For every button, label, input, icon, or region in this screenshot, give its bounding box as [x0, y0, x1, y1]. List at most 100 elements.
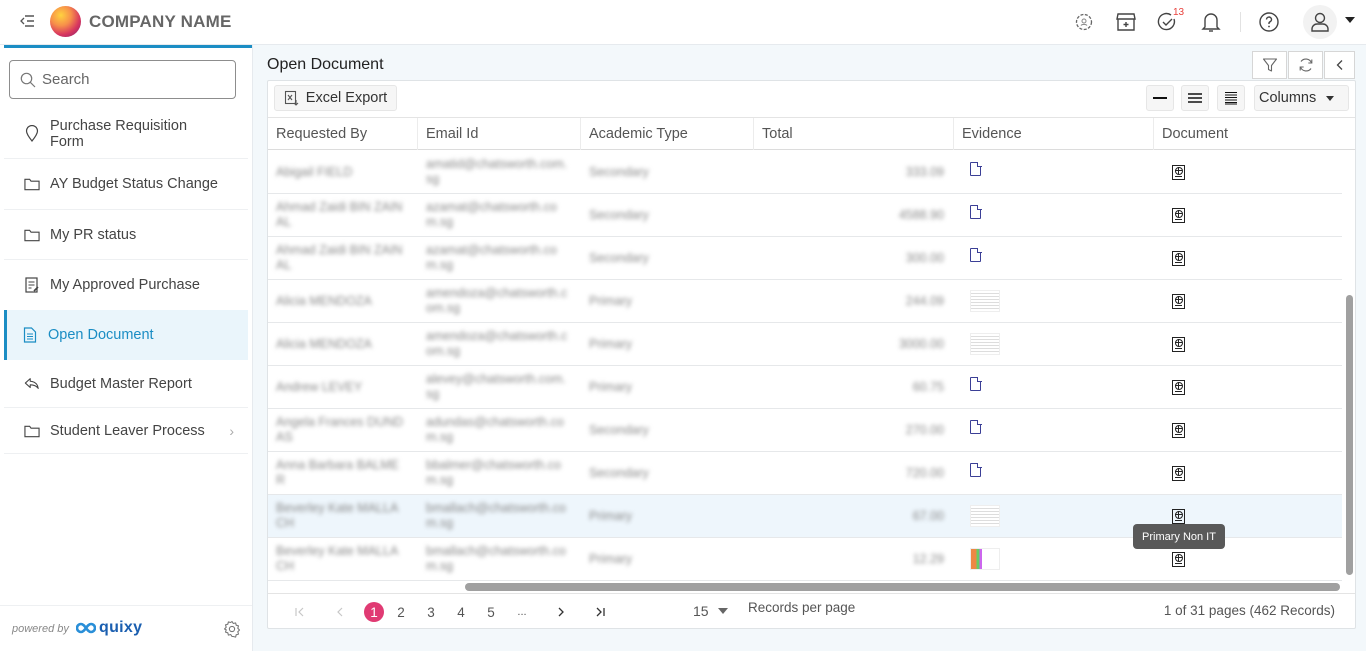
web-document-icon[interactable]: [1172, 207, 1185, 223]
search-input[interactable]: [42, 71, 222, 88]
cell-document[interactable]: [1164, 237, 1344, 279]
page-button-5[interactable]: 5: [481, 602, 501, 622]
cell-email: bmallach@chatsworth.com.sg: [418, 495, 581, 537]
file-icon[interactable]: [970, 419, 982, 434]
sidebar-item-open-document[interactable]: Open Document: [4, 310, 248, 360]
cell-evidence[interactable]: [962, 194, 1154, 236]
web-document-icon[interactable]: [1172, 379, 1185, 395]
density-compact-button[interactable]: [1146, 85, 1174, 111]
cell-evidence[interactable]: [962, 495, 1154, 537]
cell-document[interactable]: [1164, 323, 1344, 365]
cell-evidence[interactable]: [962, 366, 1154, 408]
page-button-1[interactable]: 1: [364, 602, 384, 622]
menu-collapse-icon[interactable]: [18, 12, 38, 30]
table-row[interactable]: Anna Barbara BALMER bbalmer@chatsworth.co…: [268, 452, 1342, 495]
sidebar-item-budget-master-report[interactable]: Budget Master Report: [4, 360, 248, 408]
last-page-button[interactable]: [590, 602, 610, 622]
prev-page-button[interactable]: [330, 602, 350, 622]
page-button-2[interactable]: 2: [391, 602, 411, 622]
cell-document[interactable]: [1164, 280, 1344, 322]
records-per-page-select[interactable]: 15: [693, 603, 728, 619]
bell-icon[interactable]: [1199, 10, 1223, 34]
collapse-panel-button[interactable]: [1324, 51, 1355, 79]
web-document-icon[interactable]: [1172, 336, 1185, 352]
density-comfortable-button[interactable]: [1217, 85, 1245, 111]
evidence-thumbnail[interactable]: [970, 333, 1000, 355]
file-icon[interactable]: [970, 462, 982, 477]
web-document-icon[interactable]: [1172, 508, 1185, 524]
table-row[interactable]: Alicia MENDOZA amendoza@chatsworth.com.sg…: [268, 323, 1342, 366]
filter-button[interactable]: [1252, 51, 1287, 79]
cell-email-text: azamat@chatsworth.com.sg: [426, 243, 557, 272]
file-icon[interactable]: [970, 247, 982, 262]
user-menu-caret-icon[interactable]: [1345, 17, 1355, 23]
vertical-scrollbar[interactable]: [1344, 151, 1355, 581]
excel-export-button[interactable]: Excel Export: [274, 85, 397, 111]
column-header-academic-type[interactable]: Academic Type: [581, 118, 754, 150]
evidence-thumbnail[interactable]: [970, 505, 1000, 527]
cell-document[interactable]: [1164, 366, 1344, 408]
column-header-email-id[interactable]: Email Id: [418, 118, 581, 150]
page-button-4[interactable]: 4: [451, 602, 471, 622]
cell-academic-type-text: Primary: [589, 551, 633, 566]
cell-document[interactable]: [1164, 194, 1344, 236]
sidebar-item-purchase-requisition-form[interactable]: Purchase Requisition Form: [4, 109, 248, 159]
horizontal-scroll-thumb[interactable]: [465, 583, 1340, 591]
sidebar-item-ay-budget-status-change[interactable]: AY Budget Status Change: [4, 159, 248, 210]
refresh-button[interactable]: [1288, 51, 1323, 79]
column-header-requested-by[interactable]: Requested By: [268, 118, 418, 150]
web-document-icon[interactable]: [1172, 250, 1185, 266]
file-icon[interactable]: [970, 376, 982, 391]
sidebar-item-student-leaver-process[interactable]: Student Leaver Process ›: [4, 408, 248, 454]
sidebar-item-label: Purchase Requisition Form: [50, 117, 188, 150]
page-button-3[interactable]: 3: [421, 602, 441, 622]
web-document-icon[interactable]: [1172, 164, 1185, 180]
cell-evidence[interactable]: [962, 409, 1154, 451]
folder-icon: [24, 423, 40, 439]
next-page-button[interactable]: [551, 602, 571, 622]
web-document-icon[interactable]: [1172, 465, 1185, 481]
cell-evidence[interactable]: [962, 452, 1154, 494]
web-document-icon[interactable]: [1172, 551, 1185, 567]
table-row[interactable]: Alicia MENDOZA amendoza@chatsworth.com.sg…: [268, 280, 1342, 323]
sidebar-item-my-approved-purchase[interactable]: My Approved Purchase: [4, 260, 248, 310]
file-icon[interactable]: [970, 204, 982, 219]
table-row[interactable]: Ahmad Zaidi BIN ZAINAL azamat@chatsworth.…: [268, 194, 1342, 237]
gear-icon[interactable]: [223, 620, 241, 638]
help-icon[interactable]: [1257, 10, 1281, 34]
evidence-thumbnail[interactable]: [970, 290, 1000, 312]
table-row[interactable]: Angela Frances DUNDAS adundas@chatsworth.…: [268, 409, 1342, 452]
page-ellipsis-button[interactable]: ...: [512, 602, 532, 622]
column-header-total[interactable]: Total: [754, 118, 954, 150]
cell-evidence[interactable]: [962, 237, 1154, 279]
vertical-scroll-thumb[interactable]: [1346, 295, 1353, 575]
columns-dropdown[interactable]: Columns: [1254, 85, 1349, 111]
column-header-evidence[interactable]: Evidence: [954, 118, 1154, 150]
horizontal-scrollbar[interactable]: [268, 581, 1344, 593]
cell-evidence[interactable]: [962, 538, 1154, 580]
chevron-right-icon[interactable]: ›: [229, 423, 234, 439]
cell-evidence[interactable]: [962, 280, 1154, 322]
column-header-document[interactable]: Document: [1154, 118, 1354, 150]
cell-evidence[interactable]: [962, 151, 1154, 193]
store-icon[interactable]: [1114, 10, 1138, 34]
file-icon[interactable]: [970, 161, 982, 176]
user-avatar[interactable]: [1303, 5, 1337, 39]
settings-cog-icon[interactable]: [1072, 10, 1096, 34]
web-document-icon[interactable]: [1172, 422, 1185, 438]
sidebar-item-my-pr-status[interactable]: My PR status: [4, 210, 248, 260]
density-standard-button[interactable]: [1181, 85, 1209, 111]
cell-document[interactable]: [1164, 151, 1344, 193]
web-document-icon[interactable]: [1172, 293, 1185, 309]
table-row[interactable]: Andrew LEVEY alevey@chatsworth.com.sg Prim…: [268, 366, 1342, 409]
table-row[interactable]: Abigail FIELD amatid@chatsworth.com.sg Sec…: [268, 151, 1342, 194]
cell-academic-type-text: Primary: [589, 508, 633, 523]
cell-document[interactable]: [1164, 452, 1344, 494]
sidebar-item-label: Student Leaver Process: [50, 422, 205, 439]
evidence-thumbnail[interactable]: [970, 548, 1000, 570]
cell-evidence[interactable]: [962, 323, 1154, 365]
sidebar-search[interactable]: [9, 60, 236, 99]
cell-document[interactable]: [1164, 409, 1344, 451]
table-row[interactable]: Ahmad Zaidi BIN ZAINAL azamat@chatsworth.…: [268, 237, 1342, 280]
first-page-button[interactable]: [290, 602, 310, 622]
